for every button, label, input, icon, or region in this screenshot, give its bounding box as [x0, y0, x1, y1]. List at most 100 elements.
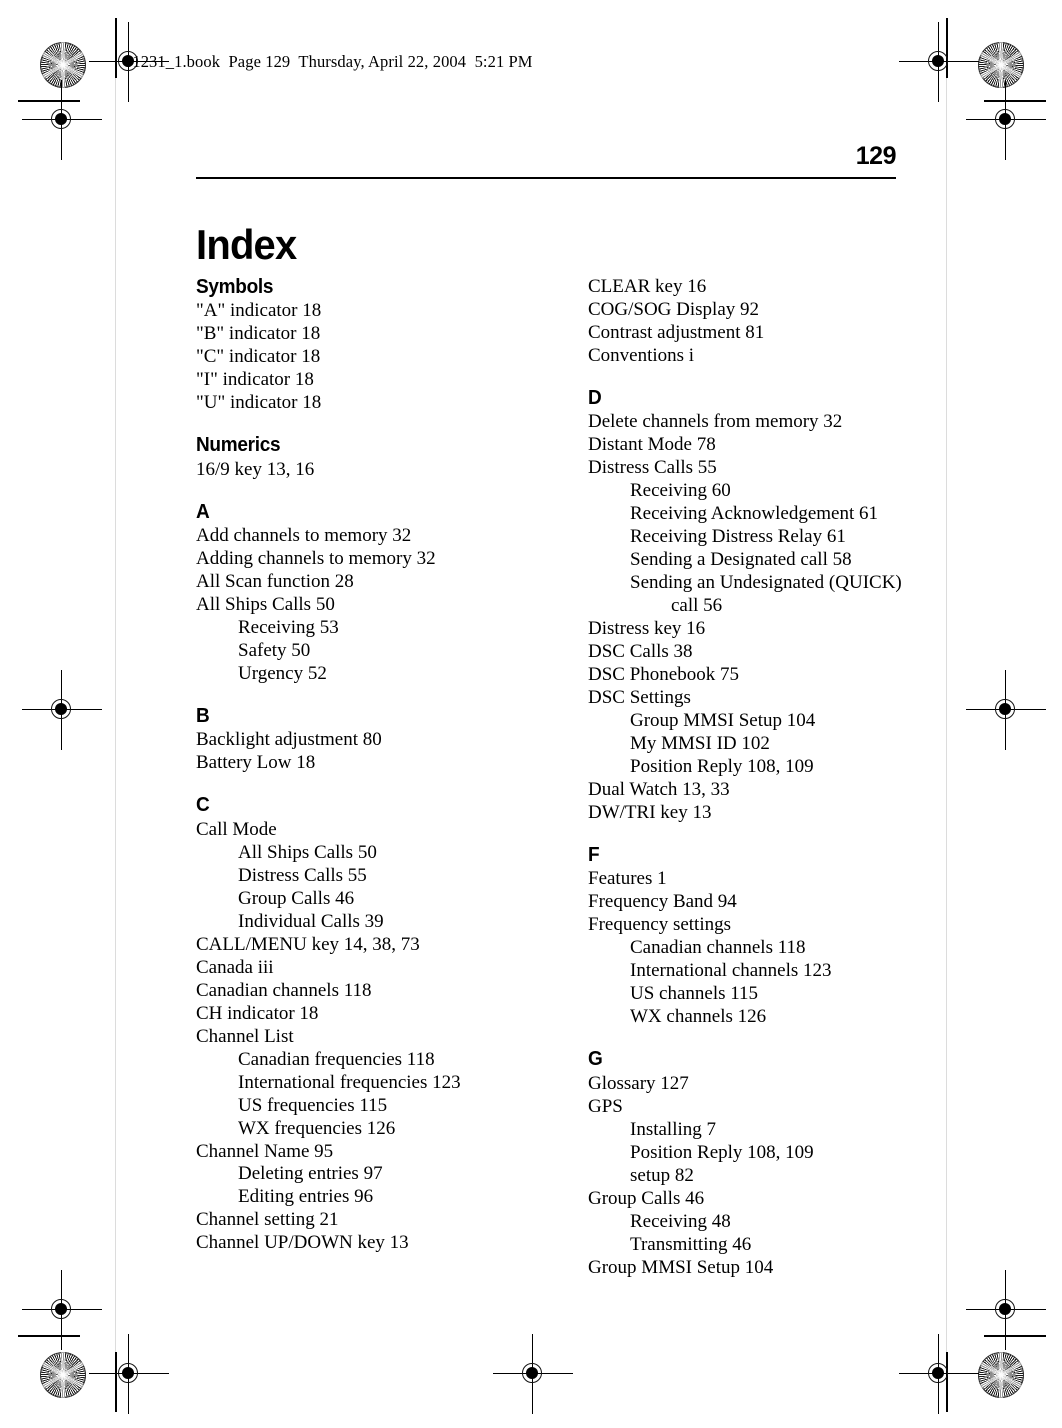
index-entry: DSC Calls 38: [588, 641, 693, 663]
index-entry: Receiving Distress Relay 61: [630, 526, 846, 548]
registration-target-upper-left: [22, 80, 102, 160]
trim-line-upper-right-horizontal: [984, 100, 1046, 102]
index-entry: Add channels to memory 32: [196, 525, 412, 547]
index-entry: call 56: [671, 595, 723, 617]
index-entry: CH indicator 18: [196, 1002, 319, 1024]
index-group: G Glossary 127 GPS Installing 7 Position Rep…: [588, 1048, 902, 1279]
index-entry: Glossary 127: [588, 1072, 689, 1094]
registration-target-bottom-center: [493, 1334, 573, 1414]
index-letter-heading: C: [196, 794, 210, 817]
left-column: Symbols "A" indicator 18 "B" indicator 18 "…: [196, 276, 510, 1255]
index-entry: International frequencies 123: [238, 1071, 461, 1093]
index-entry: Editing entries 96: [238, 1186, 374, 1208]
index-entry: Position Reply 108, 109: [630, 1141, 814, 1163]
index-group: F Features 1 Frequency Band 94 Frequency se…: [588, 844, 902, 1029]
index-entry: 16/9 key 13, 16: [196, 458, 315, 480]
index-letter-heading: A: [196, 500, 210, 523]
registration-target-mid-right: [966, 670, 1046, 750]
index-entry: US frequencies 115: [238, 1094, 388, 1116]
index-group: Numerics 16/9 key 13, 16: [196, 434, 510, 481]
index-entry: Dual Watch 13, 33: [588, 779, 730, 801]
index-entry: Group Calls 46: [588, 1187, 705, 1209]
index-entry: Frequency Band 94: [588, 891, 737, 913]
index-columns: Symbols "A" indicator 18 "B" indicator 18 "…: [196, 276, 902, 1280]
trim-line-bottom-right-vertical: [946, 1352, 948, 1412]
page-edge-guide-left: [115, 78, 117, 1352]
index-entry: Delete channels from memory 32: [588, 411, 843, 433]
page-number: 129: [855, 142, 897, 170]
index-entry: GPS: [588, 1095, 623, 1117]
index-entry: Safety 50: [238, 640, 311, 661]
index-entry: Position Reply 108, 109: [630, 756, 814, 778]
index-entry: CALL/MENU key 14, 38, 73: [196, 933, 420, 955]
index-entry: International channels 123: [630, 960, 832, 982]
registration-target-lower-left: [22, 1270, 102, 1350]
index-entry: CLEAR key 16: [588, 276, 707, 297]
rosette-mark-top-right: [978, 42, 1024, 88]
index-entry: Group MMSI Setup 104: [588, 1256, 774, 1278]
index-entry: Features 1: [588, 868, 667, 890]
index-entry: Receiving 60: [630, 480, 731, 502]
registration-target-bottom-right: [899, 1334, 979, 1414]
index-entry: Urgency 52: [238, 662, 327, 684]
registration-target-top-right: [899, 22, 979, 102]
registration-target-mid-left: [22, 670, 102, 750]
index-entry: Channel UP/DOWN key 13: [196, 1232, 409, 1254]
index-entry: Receiving 53: [238, 617, 339, 639]
rosette-mark-bottom-right: [978, 1352, 1024, 1398]
index-group: C Call Mode All Ships Calls 50 Distress Cal…: [196, 794, 510, 1255]
index-entry: Call Mode: [196, 818, 277, 840]
index-entry: Distress key 16: [588, 618, 706, 640]
index-entry: Channel List: [196, 1025, 294, 1047]
index-entry: Channel Name 95: [196, 1140, 334, 1162]
index-group: CLEAR key 16 COG/SOG Display 92 Contrast a…: [588, 276, 902, 368]
index-letter-heading: B: [196, 704, 210, 727]
index-entry: COG/SOG Display 92: [588, 298, 760, 320]
index-entry: Deleting entries 97: [238, 1163, 383, 1185]
rosette-mark-bottom-left: [40, 1352, 86, 1398]
index-entry: My MMSI ID 102: [630, 733, 770, 755]
index-entry: WX frequencies 126: [238, 1117, 396, 1139]
index-entry: "A" indicator 18: [196, 300, 322, 322]
index-entry: Conventions i: [588, 344, 695, 366]
index-entry: Transmitting 46: [630, 1233, 752, 1255]
index-letter-heading: Numerics: [196, 434, 281, 457]
index-letter-heading: D: [588, 386, 602, 409]
index-entry: Group MMSI Setup 104: [630, 710, 816, 732]
index-letter-heading: F: [588, 844, 600, 867]
index-entry: Canadian channels 118: [196, 979, 372, 1001]
trim-line-lower-left-horizontal: [18, 1335, 80, 1337]
index-entry: DW/TRI key 13: [588, 802, 712, 824]
rosette-mark-top-left: [40, 42, 86, 88]
index-group: B Backlight adjustment 80 Battery Low 18: [196, 705, 510, 775]
running-head: 81231_1.book Page 129 Thursday, April 22…: [124, 52, 533, 71]
registration-target-bottom-left: [89, 1334, 169, 1414]
index-entry: Contrast adjustment 81: [588, 321, 765, 343]
index-entry: Group Calls 46: [238, 887, 355, 909]
index-entry: Installing 7: [630, 1118, 717, 1140]
index-entry: DSC Phonebook 75: [588, 664, 739, 686]
index-entry: Canadian frequencies 118: [238, 1048, 435, 1070]
index-entry: setup 82: [630, 1164, 694, 1186]
index-group: Symbols "A" indicator 18 "B" indicator 18 "…: [196, 276, 510, 415]
trim-line-top-right-vertical: [946, 18, 948, 78]
page-title: Index: [196, 221, 297, 269]
index-entry: Canadian channels 118: [630, 937, 806, 959]
registration-target-lower-right: [966, 1270, 1046, 1350]
index-entry: Distress Calls 55: [588, 457, 717, 479]
index-letter-heading: G: [588, 1048, 603, 1071]
index-entry: Canada iii: [196, 956, 274, 978]
page-edge-guide-right: [946, 78, 948, 1352]
index-entry: "C" indicator 18: [196, 346, 321, 368]
right-column: CLEAR key 16 COG/SOG Display 92 Contrast a…: [588, 276, 902, 1280]
index-entry: Frequency settings: [588, 914, 732, 936]
index-entry: All Ships Calls 50: [238, 841, 377, 863]
trim-line-bottom-left-vertical: [115, 1352, 117, 1412]
index-entry: Individual Calls 39: [238, 910, 384, 932]
index-entry: Sending an Undesignated (QUICK): [630, 572, 902, 594]
index-entry: "I" indicator 18: [196, 369, 314, 391]
index-entry: "B" indicator 18: [196, 323, 321, 345]
index-group: A Add channels to memory 32 Adding channel…: [196, 501, 510, 686]
index-entry: Channel setting 21: [196, 1209, 339, 1231]
index-entry: Distant Mode 78: [588, 434, 716, 456]
